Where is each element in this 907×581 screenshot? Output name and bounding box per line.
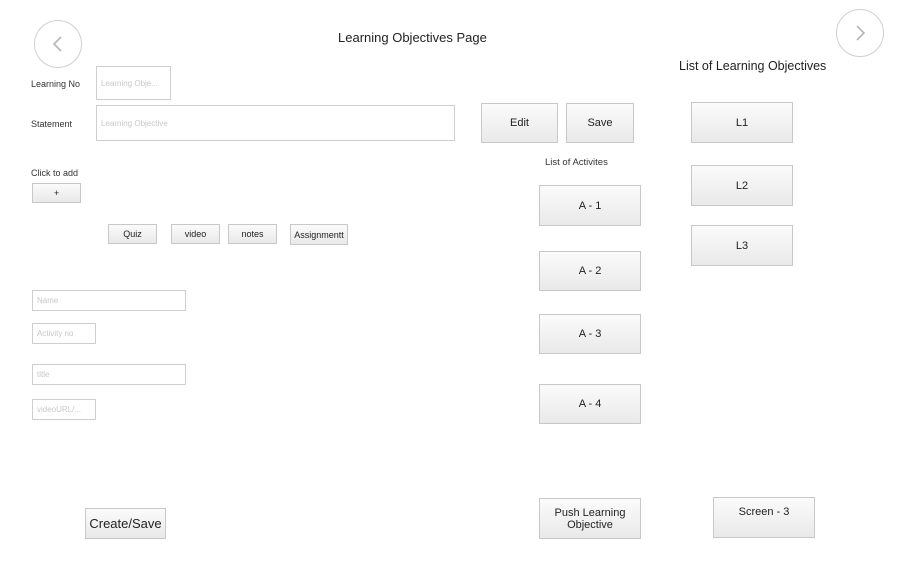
activity-item-a2[interactable]: A - 2 — [539, 251, 641, 291]
activity-item-a3[interactable]: A - 3 — [539, 314, 641, 354]
back-button[interactable] — [34, 20, 82, 68]
objective-item-l2[interactable]: L2 — [691, 165, 793, 206]
quiz-button[interactable]: Quiz — [108, 224, 157, 244]
learning-no-input[interactable]: Learning Obje... — [96, 66, 171, 100]
notes-button[interactable]: notes — [228, 224, 277, 244]
activity-item-a1[interactable]: A - 1 — [539, 185, 641, 226]
title-input[interactable]: title — [32, 364, 186, 385]
video-url-input[interactable]: videoURL/... — [32, 399, 96, 420]
statement-label: Statement — [31, 119, 73, 129]
forward-button[interactable] — [836, 9, 884, 57]
push-button-line-1: Push Learning — [554, 506, 626, 519]
objective-item-l3[interactable]: L3 — [691, 225, 793, 266]
activity-item-a4[interactable]: A - 4 — [539, 384, 641, 424]
save-button[interactable]: Save — [566, 103, 634, 143]
video-button[interactable]: video — [171, 224, 220, 244]
learning-no-label: Learning No — [31, 79, 81, 89]
statement-input[interactable]: Learning Objective — [96, 105, 455, 141]
chevron-right-icon — [856, 25, 866, 41]
page-title: Learning Objectives Page — [338, 30, 487, 45]
push-button-line-2: Objective — [567, 518, 613, 531]
objective-item-l1[interactable]: L1 — [691, 102, 793, 143]
activities-heading: List of Activites — [545, 157, 608, 168]
screen-3-button[interactable]: Screen - 3 — [713, 497, 815, 538]
objectives-heading: List of Learning Objectives — [679, 59, 827, 73]
click-to-add-label: Click to add — [31, 168, 79, 178]
chevron-left-icon — [52, 36, 62, 52]
activity-no-input[interactable]: Activity no — [32, 323, 96, 344]
add-button[interactable]: + — [32, 183, 81, 203]
push-learning-objective-button[interactable]: Push Learning Objective — [539, 498, 641, 539]
name-input[interactable]: Name — [32, 290, 186, 311]
assignment-button[interactable]: Assignmentt — [290, 224, 348, 245]
create-save-button[interactable]: Create/Save — [85, 508, 166, 539]
edit-button[interactable]: Edit — [481, 103, 558, 143]
